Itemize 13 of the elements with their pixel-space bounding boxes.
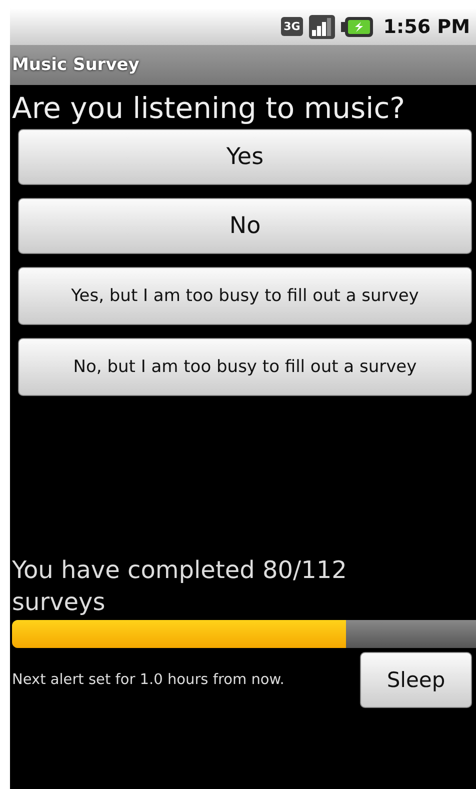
app-title: Music Survey bbox=[12, 55, 140, 75]
answer-button[interactable]: No bbox=[18, 198, 472, 254]
signal-icon bbox=[309, 14, 336, 38]
progress-text: You have completed 80/112 surveys bbox=[11, 555, 348, 618]
sleep-button[interactable]: Sleep bbox=[360, 652, 472, 708]
answer-button[interactable]: No, but I am too busy to fill out a survey bbox=[18, 338, 472, 396]
alert-text: Next alert set for 1.0 hours from now. bbox=[12, 672, 284, 688]
clock-time: 1:56 PM bbox=[383, 16, 470, 38]
answer-button[interactable]: Yes, but I am too busy to fill out a survey bbox=[18, 267, 472, 325]
network-icon: 3G bbox=[280, 17, 304, 36]
question-text: Are you listening to music? bbox=[12, 91, 406, 125]
answer-button[interactable]: Yes bbox=[18, 129, 472, 185]
battery-icon bbox=[341, 16, 374, 38]
